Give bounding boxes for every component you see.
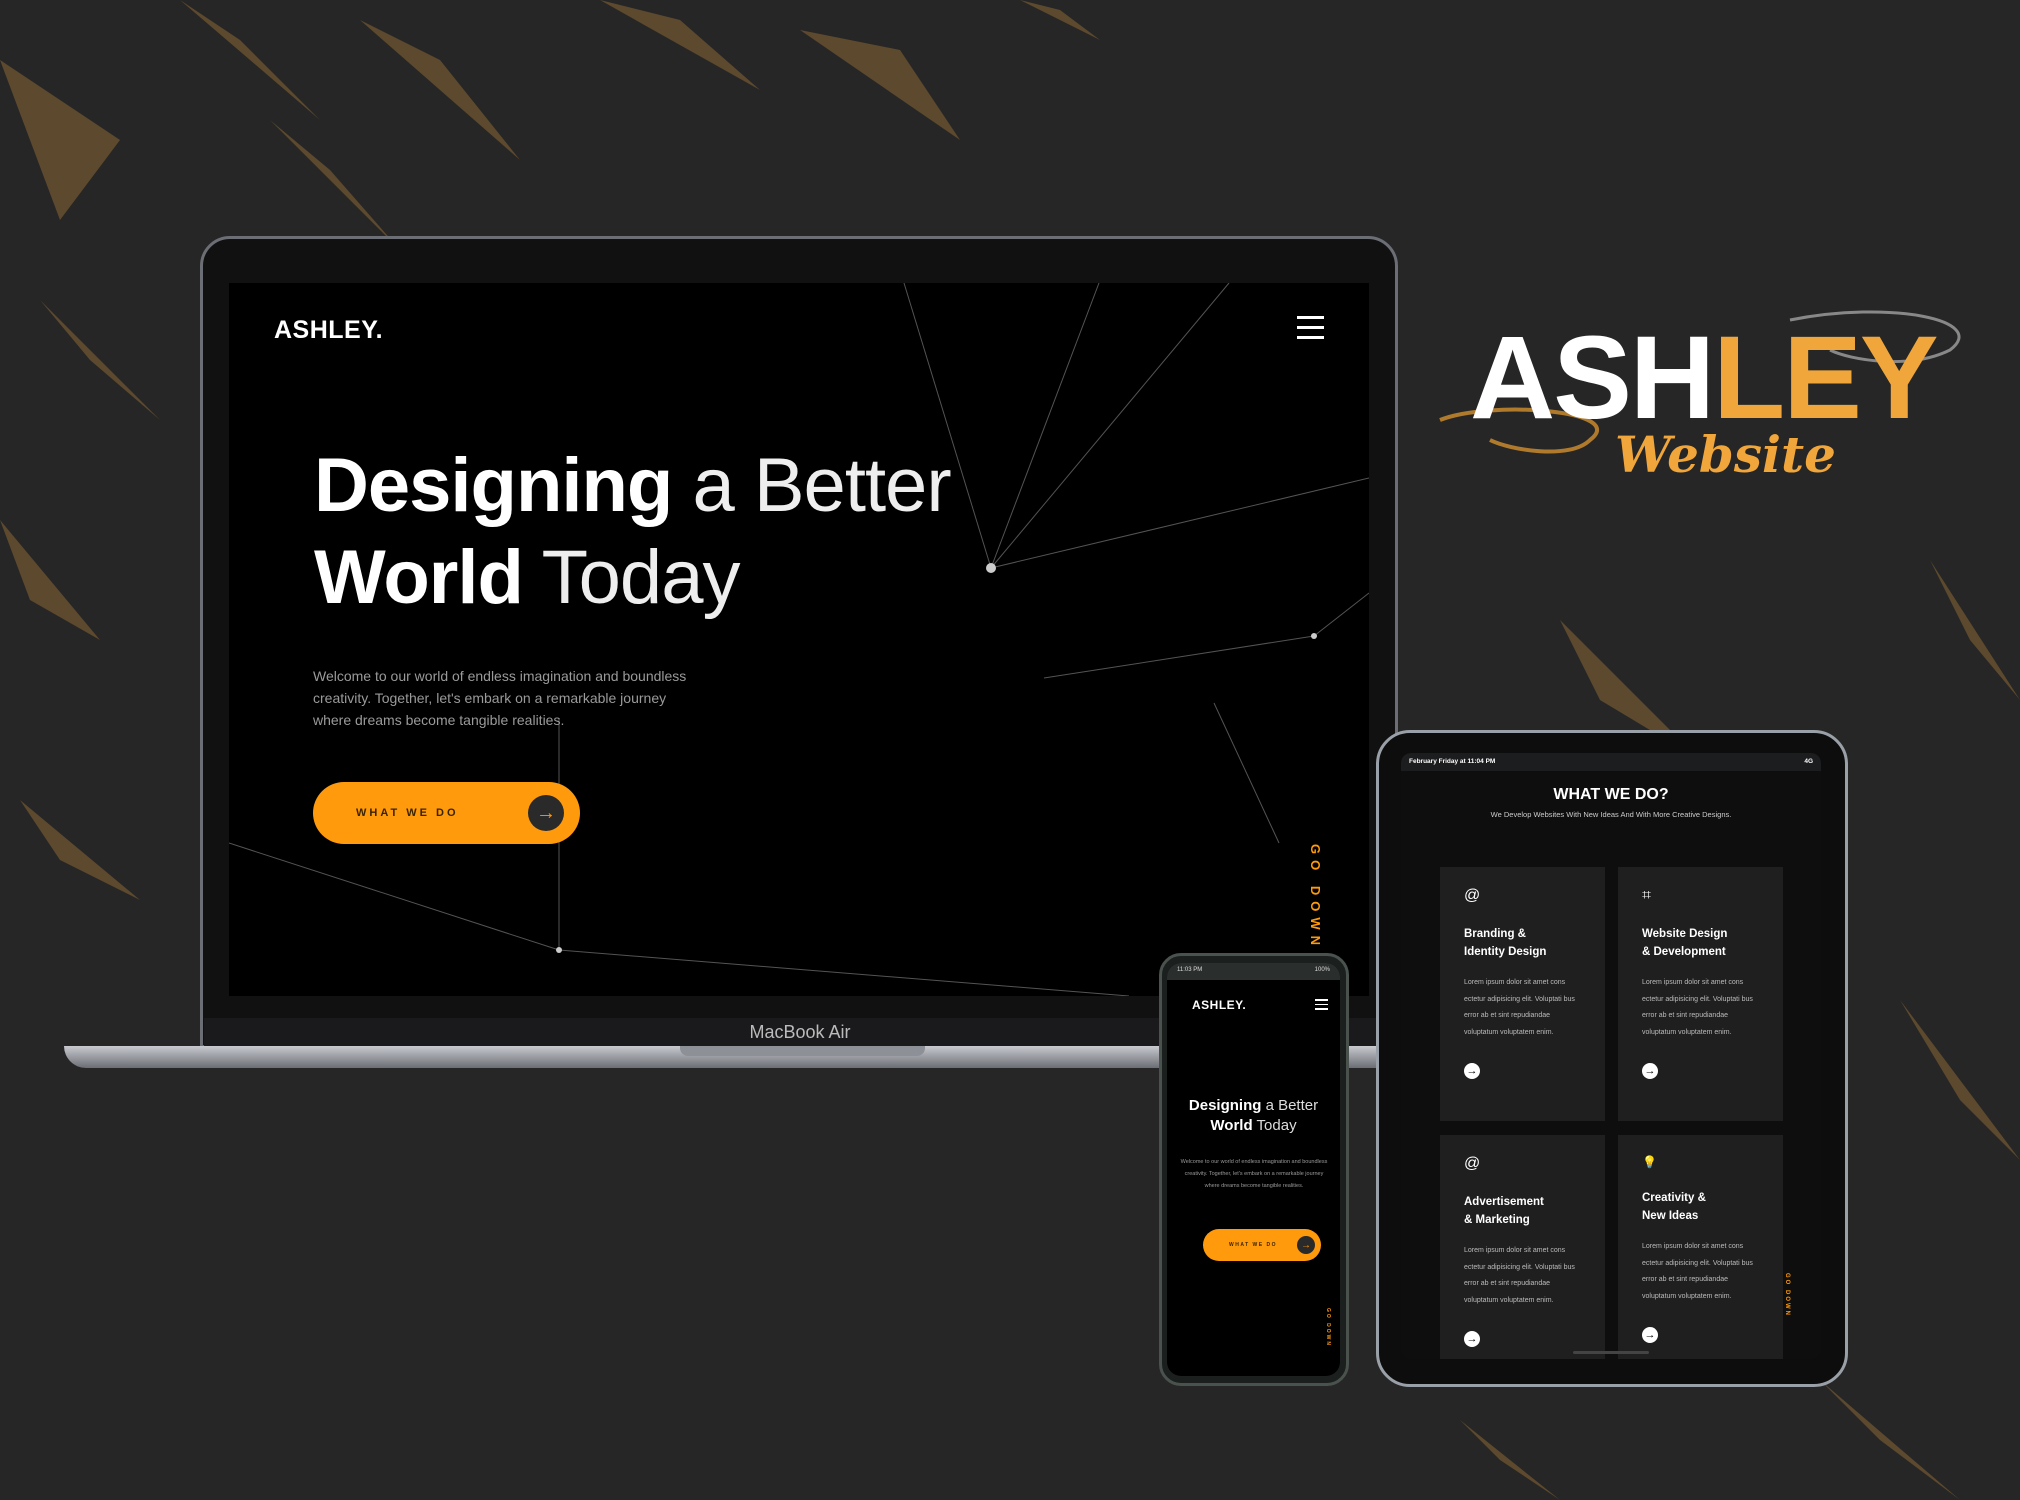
headline-bold: World xyxy=(314,535,524,620)
headline-light: a Better xyxy=(692,443,951,528)
arrow-right-icon[interactable]: → xyxy=(1642,1327,1658,1343)
what-we-do-button[interactable]: WHAT WE DO → xyxy=(313,782,580,844)
intro-line: where dreams become tangible realities. xyxy=(313,712,565,728)
headline-light: Today xyxy=(1256,1117,1297,1134)
network-node xyxy=(1311,633,1317,639)
card-title: Creativity & xyxy=(1642,1192,1706,1204)
logo-subtitle: Website xyxy=(1615,425,1836,484)
card-title: New Ideas xyxy=(1642,1210,1699,1222)
figma-icon: ⌗ xyxy=(1642,887,1652,904)
arrow-right-icon[interactable]: → xyxy=(1642,1063,1658,1079)
phone-brand-logo[interactable]: ASHLEY. xyxy=(1192,998,1246,1012)
intro-line: creativity. Together, let's embark on a … xyxy=(313,690,667,706)
arrow-right-icon: → xyxy=(528,795,564,831)
card-title: Website Design xyxy=(1642,928,1728,940)
what-we-do-button[interactable]: WHAT WE DO → xyxy=(1203,1229,1321,1261)
phone-status-battery: 100% xyxy=(1314,967,1330,973)
home-indicator xyxy=(1573,1351,1649,1354)
service-card[interactable]: @ Advertisement & Marketing Lorem ipsum d… xyxy=(1440,1135,1605,1359)
tablet-status-time: February Friday at 11:04 PM xyxy=(1409,758,1496,765)
hero-intro: Welcome to our world of endless imaginat… xyxy=(313,665,686,731)
button-label: WHAT WE DO xyxy=(1229,1242,1277,1248)
hamburger-icon[interactable] xyxy=(1297,316,1324,339)
tablet-screen: February Friday at 11:04 PM 4G WHAT WE D… xyxy=(1401,753,1821,1359)
card-title: Identity Design xyxy=(1464,946,1547,958)
arrow-right-icon[interactable]: → xyxy=(1464,1331,1480,1347)
section-title: WHAT WE DO? xyxy=(1553,786,1669,803)
service-card[interactable]: ⌗ Website Design & Development Lorem ipsu… xyxy=(1618,867,1783,1121)
headline-light: Today xyxy=(541,535,741,620)
intro-line: Welcome to our world of endless imaginat… xyxy=(313,668,687,684)
go-down-link[interactable]: GO DOWN xyxy=(1784,1273,1790,1317)
phone-status-time: 11:03 PM xyxy=(1177,967,1203,973)
lightbulb-icon: 💡 xyxy=(1642,1155,1657,1169)
at-sign-icon: @ xyxy=(1464,887,1481,904)
go-down-link[interactable]: GO DOWN xyxy=(1308,844,1323,951)
laptop-screen xyxy=(229,283,1369,996)
phone-intro: Welcome to our world of endless imaginat… xyxy=(1180,1159,1328,1189)
arrow-right-icon[interactable]: → xyxy=(1464,1063,1480,1079)
card-description: Lorem ipsum dolor sit amet cons ectetur … xyxy=(1464,1247,1575,1304)
card-description: Lorem ipsum dolor sit amet cons ectetur … xyxy=(1642,979,1753,1036)
hero-headline: Designing a Better World Today xyxy=(314,440,952,624)
threads-icon: @ xyxy=(1464,1155,1481,1172)
laptop-label: MacBook Air xyxy=(749,1022,851,1042)
network-node xyxy=(556,947,562,953)
card-title: Advertisement xyxy=(1464,1196,1544,1208)
headline-light: a Better xyxy=(1265,1097,1319,1114)
card-title: Branding & xyxy=(1464,928,1526,940)
section-subtitle: We Develop Websites With New Ideas And W… xyxy=(1490,810,1732,819)
arrow-right-icon: → xyxy=(1297,1236,1315,1254)
headline-bold: World xyxy=(1210,1117,1253,1134)
card-description: Lorem ipsum dolor sit amet cons ectetur … xyxy=(1642,1243,1753,1300)
phone-screen: 11:03 PM 100% ASHLEY. Designing a Better… xyxy=(1167,963,1340,1376)
phone-headline: Designing a Better World Today xyxy=(1167,1096,1340,1136)
laptop-brand-logo[interactable]: ASHLEY. xyxy=(274,316,383,345)
go-down-link[interactable]: GO DOWN xyxy=(1325,1308,1331,1347)
service-card[interactable]: @ Branding & Identity Design Lorem ipsum … xyxy=(1440,867,1605,1121)
button-label: WHAT WE DO xyxy=(356,807,459,819)
service-card[interactable]: 💡 Creativity & New Ideas Lorem ipsum dolo… xyxy=(1618,1135,1783,1359)
card-title: & Development xyxy=(1642,946,1726,958)
card-description: Lorem ipsum dolor sit amet cons ectetur … xyxy=(1464,979,1575,1036)
laptop-notch xyxy=(680,1046,925,1056)
card-title: & Marketing xyxy=(1464,1214,1530,1226)
headline-bold: Designing xyxy=(1188,1097,1262,1114)
network-node xyxy=(986,563,996,573)
hamburger-icon[interactable] xyxy=(1315,999,1328,1010)
headline-bold: Designing xyxy=(314,443,673,528)
tablet-status-network: 4G xyxy=(1804,758,1813,765)
network-lines xyxy=(229,283,1369,996)
